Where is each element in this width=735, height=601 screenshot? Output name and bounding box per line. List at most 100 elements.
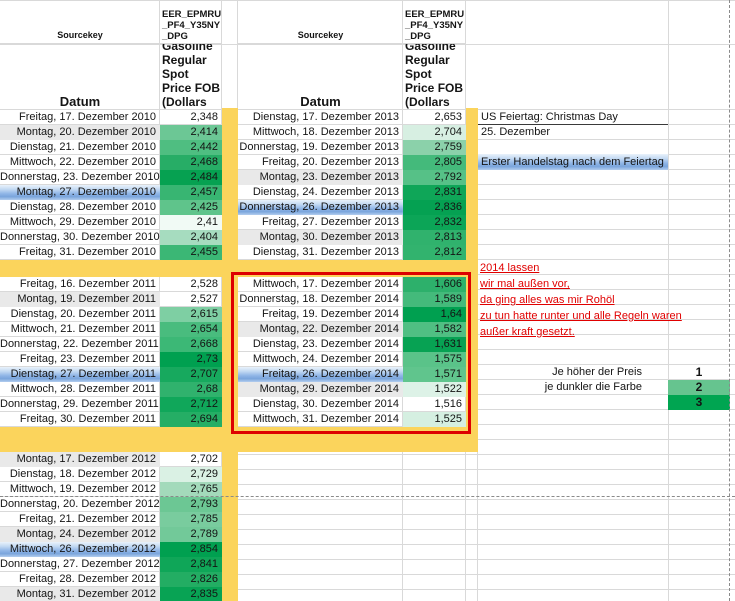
value-cell[interactable]: 2,832 xyxy=(403,215,466,230)
date-cell[interactable]: Mittwoch, 19. Dezember 2012 xyxy=(0,482,160,497)
legend-text-1[interactable]: Je höher der Preis xyxy=(478,365,668,380)
legend-swatch-1[interactable]: 1 xyxy=(668,365,730,380)
date-cell[interactable]: Donnerstag, 26. Dezember 2013 xyxy=(238,200,403,215)
value-cell[interactable]: 2,789 xyxy=(160,527,222,542)
value-cell[interactable]: 2,468 xyxy=(160,155,222,170)
header-datum[interactable]: Datum xyxy=(238,44,403,110)
date-cell[interactable]: Montag, 20. Dezember 2010 xyxy=(0,125,160,140)
date-cell[interactable]: Freitag, 21. Dezember 2012 xyxy=(0,512,160,527)
value-cell[interactable]: 2,704 xyxy=(403,125,466,140)
date-cell[interactable]: Dienstag, 17. Dezember 2013 xyxy=(238,110,403,125)
date-cell[interactable]: Dienstag, 18. Dezember 2012 xyxy=(0,467,160,482)
date-cell[interactable]: Freitag, 31. Dezember 2010 xyxy=(0,245,160,260)
header-price[interactable]: Gasoline Regular Spot Price FOB (Dollars xyxy=(403,44,466,110)
date-cell[interactable]: Dienstag, 20. Dezember 2011 xyxy=(0,307,160,322)
date-cell[interactable]: Freitag, 17. Dezember 2010 xyxy=(0,110,160,125)
value-cell[interactable]: 2,425 xyxy=(160,200,222,215)
value-cell[interactable]: 2,615 xyxy=(160,307,222,322)
date-cell[interactable]: Dienstag, 24. Dezember 2013 xyxy=(238,185,403,200)
value-cell[interactable]: 2,854 xyxy=(160,542,222,557)
date-cell[interactable]: Mittwoch, 29. Dezember 2010 xyxy=(0,215,160,230)
annotation-note[interactable]: da ging alles was mir Rohöl xyxy=(480,292,615,308)
value-cell[interactable]: 2,785 xyxy=(160,512,222,527)
value-cell[interactable]: 2,707 xyxy=(160,367,222,382)
date-cell[interactable]: Donnerstag, 22. Dezember 2011 xyxy=(0,337,160,352)
date-cell[interactable]: Donnerstag, 20. Dezember 2012 xyxy=(0,497,160,512)
value-cell[interactable]: 2,694 xyxy=(160,412,222,427)
date-cell[interactable]: Mittwoch, 28. Dezember 2011 xyxy=(0,382,160,397)
header-datum[interactable]: Datum xyxy=(0,44,160,110)
date-cell[interactable]: Donnerstag, 30. Dezember 2010 xyxy=(0,230,160,245)
date-cell[interactable]: Mittwoch, 26. Dezember 2012 xyxy=(0,542,160,557)
annotation-note[interactable]: 2014 lassen xyxy=(480,260,539,276)
annotation-note[interactable]: zu tun hatte runter und alle Regeln ware… xyxy=(480,308,682,324)
value-cell[interactable]: 2,841 xyxy=(160,557,222,572)
value-cell[interactable]: 2,835 xyxy=(160,587,222,601)
value-cell[interactable]: 2,404 xyxy=(160,230,222,245)
value-cell[interactable]: 2,812 xyxy=(403,245,466,260)
value-cell[interactable]: 2,826 xyxy=(160,572,222,587)
date-cell[interactable]: Freitag, 30. Dezember 2011 xyxy=(0,412,160,427)
date-cell[interactable]: Montag, 27. Dezember 2010 xyxy=(0,185,160,200)
date-cell[interactable]: Montag, 19. Dezember 2011 xyxy=(0,292,160,307)
date-cell[interactable]: Dienstag, 21. Dezember 2010 xyxy=(0,140,160,155)
date-cell[interactable]: Donnerstag, 23. Dezember 2010 xyxy=(0,170,160,185)
legend-swatch-2[interactable]: 2 xyxy=(668,380,730,395)
value-cell[interactable]: 2,729 xyxy=(160,467,222,482)
date-cell[interactable]: Montag, 30. Dezember 2013 xyxy=(238,230,403,245)
date-cell[interactable]: Mittwoch, 18. Dezember 2013 xyxy=(238,125,403,140)
value-cell[interactable]: 2,457 xyxy=(160,185,222,200)
date-cell[interactable]: Freitag, 23. Dezember 2011 xyxy=(0,352,160,367)
value-cell[interactable]: 2,712 xyxy=(160,397,222,412)
value-cell[interactable]: 2,442 xyxy=(160,140,222,155)
header-sourcekey[interactable]: Sourcekey xyxy=(0,0,160,44)
value-cell[interactable]: 2,653 xyxy=(403,110,466,125)
legend-swatch-3[interactable]: 3 xyxy=(668,395,730,410)
value-cell[interactable]: 2,793 xyxy=(160,497,222,512)
date-cell[interactable]: Dienstag, 31. Dezember 2013 xyxy=(238,245,403,260)
date-cell[interactable]: Donnerstag, 27. Dezember 2012 xyxy=(0,557,160,572)
value-cell[interactable]: 2,414 xyxy=(160,125,222,140)
value-cell[interactable]: 2,836 xyxy=(403,200,466,215)
holiday-date[interactable]: 25. Dezember xyxy=(478,125,668,140)
value-cell[interactable]: 2,805 xyxy=(403,155,466,170)
value-cell[interactable]: 2,484 xyxy=(160,170,222,185)
annotation-note[interactable]: wir mal außen vor, xyxy=(480,276,570,292)
date-cell[interactable]: Montag, 31. Dezember 2012 xyxy=(0,587,160,601)
value-cell[interactable]: 2,528 xyxy=(160,277,222,292)
date-cell[interactable]: Montag, 24. Dezember 2012 xyxy=(0,527,160,542)
date-cell[interactable]: Montag, 17. Dezember 2012 xyxy=(0,452,160,467)
value-cell[interactable]: 2,831 xyxy=(403,185,466,200)
holiday-label[interactable]: US Feiertag: Christmas Day xyxy=(478,110,668,125)
value-cell[interactable]: 2,765 xyxy=(160,482,222,497)
date-cell[interactable]: Freitag, 16. Dezember 2011 xyxy=(0,277,160,292)
header-sourcekey-value[interactable]: EER_EPMRU _PF4_Y35NY _DPG xyxy=(403,0,466,44)
value-cell[interactable]: 2,68 xyxy=(160,382,222,397)
value-cell[interactable]: 2,702 xyxy=(160,452,222,467)
value-cell[interactable]: 2,527 xyxy=(160,292,222,307)
date-cell[interactable]: Donnerstag, 19. Dezember 2013 xyxy=(238,140,403,155)
date-cell[interactable]: Freitag, 28. Dezember 2012 xyxy=(0,572,160,587)
value-cell[interactable]: 2,654 xyxy=(160,322,222,337)
value-cell[interactable]: 2,348 xyxy=(160,110,222,125)
header-sourcekey[interactable]: Sourcekey xyxy=(238,0,403,44)
date-cell[interactable]: Dienstag, 27. Dezember 2011 xyxy=(0,367,160,382)
value-cell[interactable]: 2,455 xyxy=(160,245,222,260)
date-cell[interactable]: Donnerstag, 29. Dezember 2011 xyxy=(0,397,160,412)
date-cell[interactable]: Freitag, 27. Dezember 2013 xyxy=(238,215,403,230)
value-cell[interactable]: 2,41 xyxy=(160,215,222,230)
date-cell[interactable]: Mittwoch, 22. Dezember 2010 xyxy=(0,155,160,170)
value-cell[interactable]: 2,813 xyxy=(403,230,466,245)
annotation-note[interactable]: außer kraft gesetzt. xyxy=(480,324,575,340)
first-trading-day-banner[interactable]: Erster Handelstag nach dem Feiertag xyxy=(478,154,668,170)
value-cell[interactable]: 2,792 xyxy=(403,170,466,185)
value-cell[interactable]: 2,668 xyxy=(160,337,222,352)
header-sourcekey-value[interactable]: EER_EPMRU _PF4_Y35NY _DPG xyxy=(160,0,222,44)
legend-text-2[interactable]: je dunkler die Farbe xyxy=(478,380,668,395)
header-price[interactable]: Gasoline Regular Spot Price FOB (Dollars xyxy=(160,44,222,110)
value-cell[interactable]: 2,759 xyxy=(403,140,466,155)
date-cell[interactable]: Mittwoch, 21. Dezember 2011 xyxy=(0,322,160,337)
date-cell[interactable]: Freitag, 20. Dezember 2013 xyxy=(238,155,403,170)
value-cell[interactable]: 2,73 xyxy=(160,352,222,367)
date-cell[interactable]: Montag, 23. Dezember 2013 xyxy=(238,170,403,185)
